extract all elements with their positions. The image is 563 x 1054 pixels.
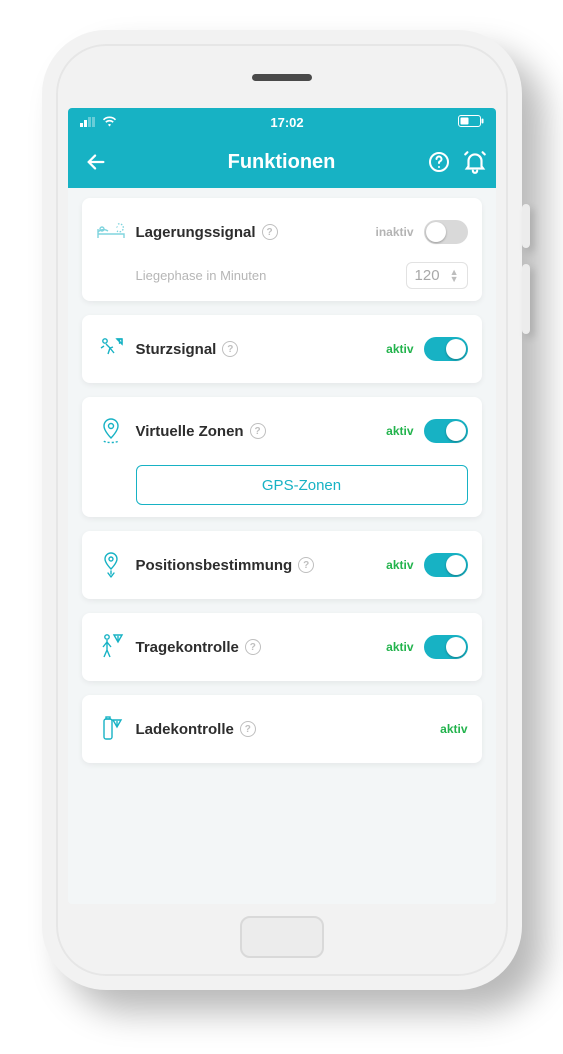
alerts-button[interactable]: [462, 149, 488, 175]
feature-title: Ladekontrolle: [136, 721, 234, 738]
feature-card-position: Positionsbestimmung ? aktiv: [82, 531, 482, 599]
stepper-value: 120: [415, 267, 440, 284]
feature-card-sturz: Sturzsignal ? aktiv: [82, 315, 482, 383]
minutes-stepper[interactable]: 120 ▲▼: [406, 262, 468, 289]
status-badge: aktiv: [386, 640, 413, 654]
wifi-icon: [102, 115, 117, 130]
toggle-sturz[interactable]: [424, 337, 468, 361]
help-button[interactable]: [426, 149, 452, 175]
help-icon[interactable]: ?: [298, 557, 314, 573]
location-pin-icon: [96, 409, 126, 453]
battery-icon: [458, 115, 484, 130]
status-time: 17:02: [270, 115, 303, 130]
bed-icon: [96, 210, 126, 254]
feature-title: Virtuelle Zonen: [136, 423, 244, 440]
status-badge: aktiv: [440, 722, 467, 736]
battery-device-icon: [96, 707, 126, 751]
feature-title: Tragekontrolle: [136, 639, 239, 656]
person-wear-icon: [96, 625, 126, 669]
status-badge: aktiv: [386, 424, 413, 438]
app-header: Funktionen: [68, 136, 496, 188]
status-badge: aktiv: [386, 342, 413, 356]
fall-icon: [96, 327, 126, 371]
help-icon[interactable]: ?: [240, 721, 256, 737]
signal-icon: [80, 115, 96, 130]
toggle-zonen[interactable]: [424, 419, 468, 443]
phone-side-button: [522, 264, 530, 334]
status-bar: 17:02: [68, 108, 496, 136]
help-icon[interactable]: ?: [245, 639, 261, 655]
toggle-position[interactable]: [424, 553, 468, 577]
phone-side-button: [522, 204, 530, 248]
app-screen: 17:02 Funktionen: [68, 108, 496, 904]
gps-zones-button[interactable]: GPS-Zonen: [136, 465, 468, 505]
stepper-arrows-icon: ▲▼: [450, 269, 459, 283]
feature-title: Lagerungssignal: [136, 224, 256, 241]
phone-speaker: [252, 74, 312, 81]
page-title: Funktionen: [228, 151, 336, 174]
feature-card-zonen: Virtuelle Zonen ? aktiv GPS-Zonen: [82, 397, 482, 517]
status-badge: inaktiv: [375, 225, 413, 239]
position-icon: [96, 543, 126, 587]
phone-mockup-frame: 17:02 Funktionen: [42, 30, 522, 990]
help-icon[interactable]: ?: [250, 423, 266, 439]
feature-card-trage: Tragekontrolle ? aktiv: [82, 613, 482, 681]
feature-card-lade: Ladekontrolle ? aktiv: [82, 695, 482, 763]
toggle-trage[interactable]: [424, 635, 468, 659]
help-icon[interactable]: ?: [222, 341, 238, 357]
status-badge: aktiv: [386, 558, 413, 572]
help-icon[interactable]: ?: [262, 224, 278, 240]
toggle-lagerung[interactable]: [424, 220, 468, 244]
feature-card-lagerung: Lagerungssignal ? inaktiv Liegephase in …: [82, 198, 482, 301]
feature-subtext: Liegephase in Minuten: [136, 268, 267, 283]
back-button[interactable]: [78, 144, 114, 180]
content-scroll[interactable]: Lagerungssignal ? inaktiv Liegephase in …: [68, 188, 496, 904]
feature-title: Sturzsignal: [136, 341, 217, 358]
feature-title: Positionsbestimmung: [136, 557, 293, 574]
phone-home-button: [240, 916, 324, 958]
